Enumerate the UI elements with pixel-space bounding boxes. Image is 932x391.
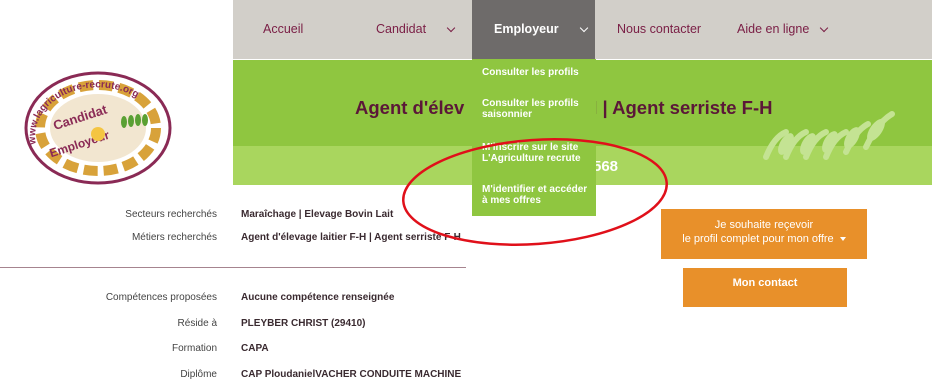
label-diplome: Diplôme: [180, 369, 217, 380]
nav-nous-contacter[interactable]: Nous contacter: [617, 0, 701, 59]
label-competences: Compétences proposées: [105, 292, 217, 303]
nav-aide-en-ligne[interactable]: Aide en ligne: [737, 0, 829, 59]
label-secteurs: Secteurs recherchés: [125, 209, 217, 220]
chevron-down-icon: [579, 23, 588, 33]
annotation-ellipse: [402, 138, 668, 246]
label-formation: Formation: [171, 343, 217, 354]
request-profile-line2-wrap: le profil complet pour mon offre: [661, 232, 867, 246]
label-reside: Réside à: [177, 318, 217, 329]
contact-button[interactable]: Mon contact: [683, 268, 847, 307]
value-reside: PLEYBER CHRIST (29410): [241, 318, 366, 329]
value-diplome: CAP PloudanielVACHER CONDUITE MACHINE: [241, 369, 462, 380]
banner-title: Agent d'élev: [355, 97, 465, 118]
request-profile-button[interactable]: Je souhaite reçevoir le profil complet p…: [661, 209, 867, 259]
site-logo[interactable]: www.lagriculture-recrute.org Candidat Em…: [14, 66, 182, 187]
nav-employeur[interactable]: Employeur: [472, 0, 595, 59]
menu-item-consulter-profils[interactable]: Consulter les profils: [482, 67, 592, 78]
value-formation: CAPA: [241, 343, 269, 354]
request-profile-line1: Je souhaite reçevoir: [714, 219, 814, 231]
logo-sun-icon: [91, 127, 105, 141]
leaves-decoration: [763, 111, 895, 160]
nav-accueil[interactable]: Accueil: [263, 0, 303, 59]
menu-item-consulter-profils-saisonnier[interactable]: Consulter les profils saisonnier: [482, 98, 592, 120]
chevron-down-icon: [446, 23, 456, 33]
request-profile-line2: le profil complet pour mon offre: [682, 233, 834, 245]
nav-candidat[interactable]: Candidat: [376, 0, 456, 59]
caret-down-icon: [839, 237, 846, 242]
banner-title-end: H | Agent serriste F-H: [584, 97, 773, 118]
chevron-down-icon: [820, 23, 829, 33]
main-nav: Accueil Candidat Employeur Nous contacte…: [233, 0, 932, 59]
section-divider: [0, 267, 466, 268]
value-competences: Aucune compétence renseignée: [241, 292, 395, 303]
value-secteurs: Maraîchage | Elevage Bovin Lait: [241, 209, 394, 220]
label-metiers: Métiers recherchés: [131, 232, 217, 243]
